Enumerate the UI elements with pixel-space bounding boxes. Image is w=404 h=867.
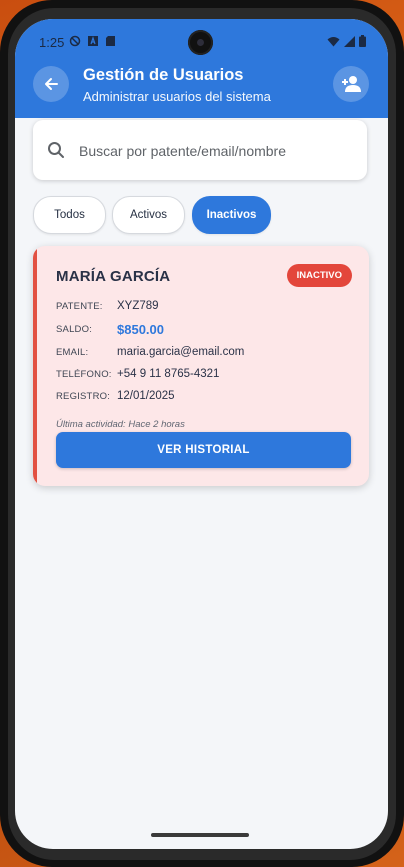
field-row-email: EMAIL: maria.garcia@email.com xyxy=(56,346,244,358)
page-subtitle: Administrar usuarios del sistema xyxy=(83,89,271,104)
user-name: MARÍA GARCÍA xyxy=(56,268,171,285)
view-history-button[interactable]: VER HISTORIAL xyxy=(56,432,351,468)
status-accent-bar xyxy=(33,246,37,486)
field-label: REGISTRO: xyxy=(56,390,111,402)
field-row-registro: REGISTRO: 12/01/2025 xyxy=(56,390,175,402)
status-time: 1:25 xyxy=(39,35,65,50)
filter-chip-todos[interactable]: Todos xyxy=(33,196,106,234)
field-value: $850.00 xyxy=(117,322,164,337)
app-bar: 1:25 Gestión de Usuarios Administrar usu… xyxy=(15,19,388,118)
user-card: MARÍA GARCÍA INACTIVO PATENTE: XYZ789 SA… xyxy=(33,246,369,486)
search-input[interactable] xyxy=(77,138,361,164)
field-value: maria.garcia@email.com xyxy=(117,346,245,358)
filter-chip-label: Todos xyxy=(54,209,85,221)
status-notification-icons xyxy=(69,35,116,47)
sd-card-icon xyxy=(106,36,115,46)
field-label: EMAIL: xyxy=(56,346,89,358)
field-value: 12/01/2025 xyxy=(117,390,175,402)
status-system-icons xyxy=(327,35,366,47)
search-icon xyxy=(48,142,64,158)
battery-icon xyxy=(359,35,366,47)
field-label: TELÉFONO: xyxy=(56,368,112,380)
last-activity: Última actividad: Hace 2 horas xyxy=(56,419,185,430)
search-box xyxy=(33,120,367,180)
field-label: PATENTE: xyxy=(56,300,103,312)
vpn-icon xyxy=(69,35,81,47)
app-screen: 1:25 Gestión de Usuarios Administrar usu… xyxy=(15,19,388,849)
front-camera xyxy=(188,30,213,55)
status-bar: 1:25 xyxy=(15,19,388,65)
add-user-button[interactable] xyxy=(333,66,369,102)
a-icon xyxy=(88,36,98,46)
filter-chip-label: Inactivos xyxy=(206,209,257,221)
back-button[interactable] xyxy=(33,66,69,102)
person-add-icon xyxy=(342,76,361,92)
field-label: SALDO: xyxy=(56,324,93,335)
page-title: Gestión de Usuarios xyxy=(83,66,244,84)
arrow-left-icon xyxy=(45,78,58,90)
status-badge: INACTIVO xyxy=(286,264,352,287)
filter-chip-inactivos[interactable]: Inactivos xyxy=(192,196,271,234)
filter-chip-label: Activos xyxy=(129,209,168,221)
signal-icon xyxy=(344,35,355,47)
field-value: XYZ789 xyxy=(117,300,159,312)
wifi-icon xyxy=(327,36,340,46)
home-indicator[interactable] xyxy=(151,833,249,837)
field-row-telefono: TELÉFONO: +54 9 11 8765-4321 xyxy=(56,368,219,380)
filter-chip-activos[interactable]: Activos xyxy=(112,196,185,234)
field-value: +54 9 11 8765-4321 xyxy=(117,368,220,380)
field-row-patente: PATENTE: XYZ789 xyxy=(56,300,159,312)
field-row-saldo: SALDO: $850.00 xyxy=(56,322,164,337)
